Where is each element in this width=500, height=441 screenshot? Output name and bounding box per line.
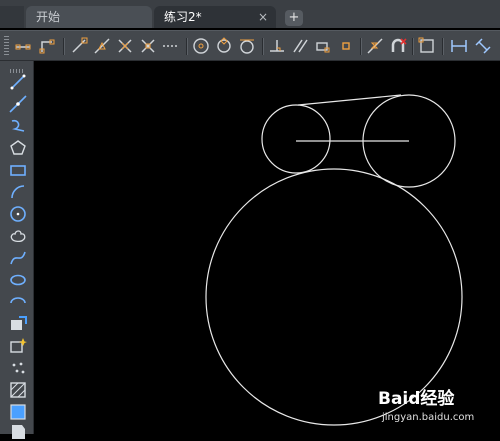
none-snap-icon[interactable] bbox=[389, 37, 407, 55]
polyline-icon[interactable] bbox=[9, 117, 27, 135]
center-snap-icon[interactable] bbox=[192, 37, 210, 55]
tab-start-label: 开始 bbox=[36, 10, 61, 24]
spline-icon[interactable] bbox=[9, 249, 27, 267]
construction-line-icon[interactable] bbox=[9, 95, 27, 113]
endpoint-snap-icon[interactable] bbox=[70, 37, 88, 55]
toolbar-separator bbox=[412, 38, 414, 55]
insert-block-icon[interactable] bbox=[9, 315, 27, 333]
polygon-icon[interactable] bbox=[9, 139, 27, 157]
temporary-tracking-point-icon[interactable] bbox=[14, 37, 32, 55]
linear-dimension-icon[interactable] bbox=[450, 37, 468, 55]
gradient-icon[interactable] bbox=[9, 403, 27, 421]
point-icon[interactable] bbox=[9, 359, 27, 377]
object-snap-settings-icon[interactable] bbox=[418, 37, 436, 55]
node-snap-icon[interactable] bbox=[337, 37, 355, 55]
parallel-snap-icon[interactable] bbox=[291, 37, 309, 55]
tab-drawing-label: 练习2* bbox=[164, 10, 202, 24]
line-icon[interactable] bbox=[9, 73, 27, 91]
toolbar-separator bbox=[442, 38, 444, 55]
aligned-dimension-icon[interactable] bbox=[474, 37, 492, 55]
quadrant-snap-icon[interactable] bbox=[215, 37, 233, 55]
watermark-url: jingyan.baidu.com bbox=[382, 412, 475, 423]
toolbar-separator bbox=[262, 38, 264, 55]
hatch-icon[interactable] bbox=[9, 381, 27, 399]
tangent-line[interactable] bbox=[297, 94, 402, 106]
watermark: Baid经验 jingyan.baidu.com bbox=[378, 384, 498, 430]
watermark-logo: Baid经验 bbox=[378, 384, 454, 409]
draw-toolbar bbox=[0, 61, 34, 439]
make-block-icon[interactable] bbox=[9, 337, 27, 355]
intersection-snap-icon[interactable] bbox=[116, 37, 134, 55]
snap-from-icon[interactable] bbox=[38, 37, 56, 55]
rectangle-icon[interactable] bbox=[9, 161, 27, 179]
toolbar-separator bbox=[360, 38, 362, 55]
tab-drawing-practice2[interactable]: 练习2* × bbox=[154, 6, 276, 28]
watermark-logo-text: Baid经验 bbox=[378, 389, 455, 409]
toolbar-separator bbox=[186, 38, 188, 55]
extension-snap-icon[interactable] bbox=[162, 37, 180, 55]
small-circle[interactable] bbox=[261, 104, 331, 174]
arc-icon[interactable] bbox=[9, 183, 27, 201]
tab-menu-handle[interactable] bbox=[0, 6, 24, 28]
new-tab-button[interactable]: + bbox=[285, 10, 303, 26]
close-tab-icon[interactable]: × bbox=[258, 6, 268, 28]
nearest-snap-icon[interactable] bbox=[366, 37, 384, 55]
apparent-intersection-snap-icon[interactable] bbox=[139, 37, 157, 55]
ellipse-icon[interactable] bbox=[9, 271, 27, 289]
tangent-snap-icon[interactable] bbox=[238, 37, 256, 55]
drawing-canvas[interactable] bbox=[35, 61, 500, 434]
toolbar-separator bbox=[63, 38, 65, 55]
midpoint-snap-icon[interactable] bbox=[93, 37, 111, 55]
drawing-geometry bbox=[205, 94, 463, 426]
ellipse-arc-icon[interactable] bbox=[9, 293, 27, 311]
circle-icon[interactable] bbox=[9, 205, 27, 223]
object-snap-toolbar bbox=[0, 30, 500, 61]
perpendicular-snap-icon[interactable] bbox=[268, 37, 286, 55]
insert-snap-icon[interactable] bbox=[314, 37, 332, 55]
region-icon[interactable] bbox=[9, 423, 27, 441]
toolbar-grip[interactable] bbox=[4, 36, 9, 56]
tab-start[interactable]: 开始 bbox=[26, 6, 152, 28]
revision-cloud-icon[interactable] bbox=[9, 227, 27, 245]
document-tab-bar: 开始 练习2* × + bbox=[0, 0, 500, 28]
